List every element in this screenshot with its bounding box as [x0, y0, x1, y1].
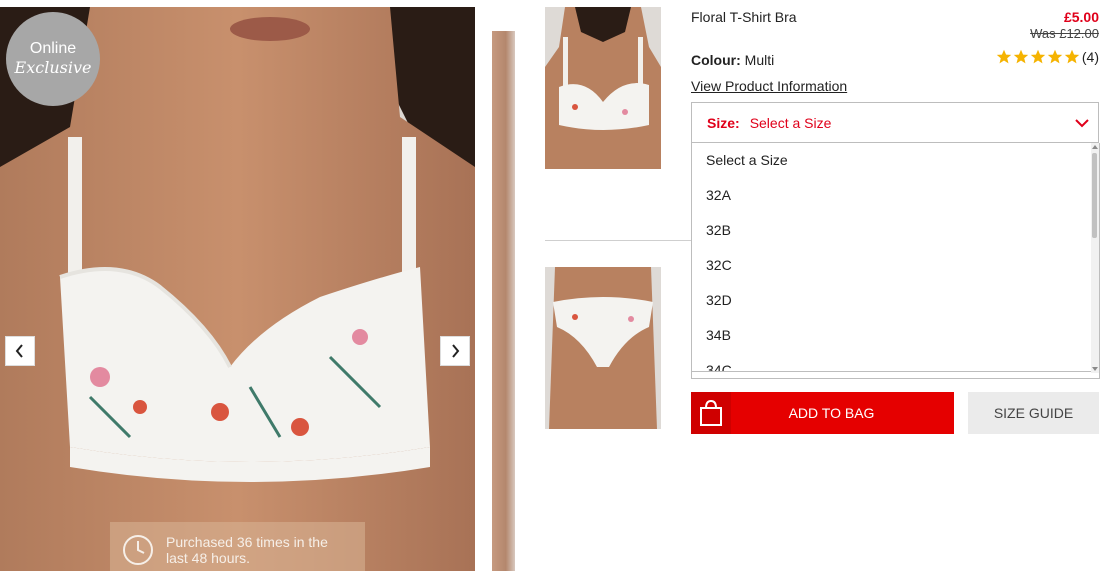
star-icon	[1013, 49, 1029, 64]
purchased-text: Purchased 36 times in the last 48 hours.	[166, 534, 328, 566]
thumbnail-bra-image	[545, 7, 661, 169]
size-option[interactable]: 34B	[692, 318, 1091, 353]
current-price: £5.00	[1063, 9, 1099, 25]
size-option[interactable]: 32C	[692, 248, 1091, 283]
size-label: Size:	[707, 114, 740, 131]
add-to-bag-button[interactable]: ADD TO BAG	[691, 392, 954, 434]
thumbnail-briefs-image	[545, 267, 661, 429]
online-exclusive-badge: Online Exclusive	[6, 12, 100, 106]
colour-label: Colour:	[691, 52, 741, 68]
badge-line1: Online	[29, 40, 77, 57]
was-price: Was £12.00	[1030, 26, 1099, 41]
size-guide-button[interactable]: SIZE GUIDE	[968, 392, 1099, 434]
colour-value: Multi	[744, 52, 775, 68]
previous-image-button[interactable]	[5, 336, 35, 366]
badge-line2: Exclusive	[14, 58, 92, 77]
rating[interactable]: (4)	[995, 49, 1099, 65]
size-option[interactable]: 32D	[692, 283, 1091, 318]
clock-icon	[123, 535, 153, 565]
main-product-image: Online Exclusive Purchased 36 times in t…	[0, 7, 475, 571]
review-count: (4)	[1081, 49, 1099, 65]
star-icon	[1064, 49, 1080, 64]
size-option[interactable]: 32A	[692, 178, 1091, 213]
thumbnail-divider	[545, 240, 693, 241]
bag-icon-box	[691, 392, 731, 434]
purchased-notice: Purchased 36 times in the last 48 hours.	[110, 522, 365, 571]
star-icon	[1047, 49, 1063, 64]
chevron-down-icon	[1075, 119, 1089, 128]
chevron-left-icon	[15, 344, 23, 358]
thumbnail-briefs[interactable]	[545, 267, 661, 429]
size-dropdown[interactable]: Select a Size 32A 32B 32C 32D 34B 34C	[691, 143, 1100, 379]
size-option[interactable]: 32B	[692, 213, 1091, 248]
scroll-down-icon[interactable]	[1092, 367, 1098, 371]
product-title: Floral T-Shirt Bra	[691, 9, 797, 25]
thumbnail-bra[interactable]	[545, 7, 661, 169]
chevron-right-icon	[452, 344, 460, 358]
star-icon	[1030, 49, 1046, 64]
size-select[interactable]: Size: Select a Size	[691, 102, 1099, 143]
scrollbar-thumb[interactable]	[1092, 153, 1097, 238]
view-product-information-link[interactable]: View Product Information	[691, 78, 847, 94]
next-image-peek	[492, 31, 515, 571]
size-selected-value: Select a Size	[749, 114, 832, 131]
next-image-button[interactable]	[440, 336, 470, 366]
colour-info: Colour: Multi	[691, 52, 774, 68]
size-option[interactable]: Select a Size	[692, 143, 1091, 178]
shopping-bag-icon	[700, 399, 722, 426]
star-icon	[996, 49, 1012, 64]
size-option[interactable]: 34C	[692, 353, 1091, 371]
dropdown-scrollbar[interactable]	[1091, 143, 1099, 373]
add-to-bag-label: ADD TO BAG	[788, 405, 875, 421]
size-options-list: Select a Size 32A 32B 32C 32D 34B 34C	[692, 143, 1091, 372]
scroll-up-icon[interactable]	[1092, 145, 1098, 149]
